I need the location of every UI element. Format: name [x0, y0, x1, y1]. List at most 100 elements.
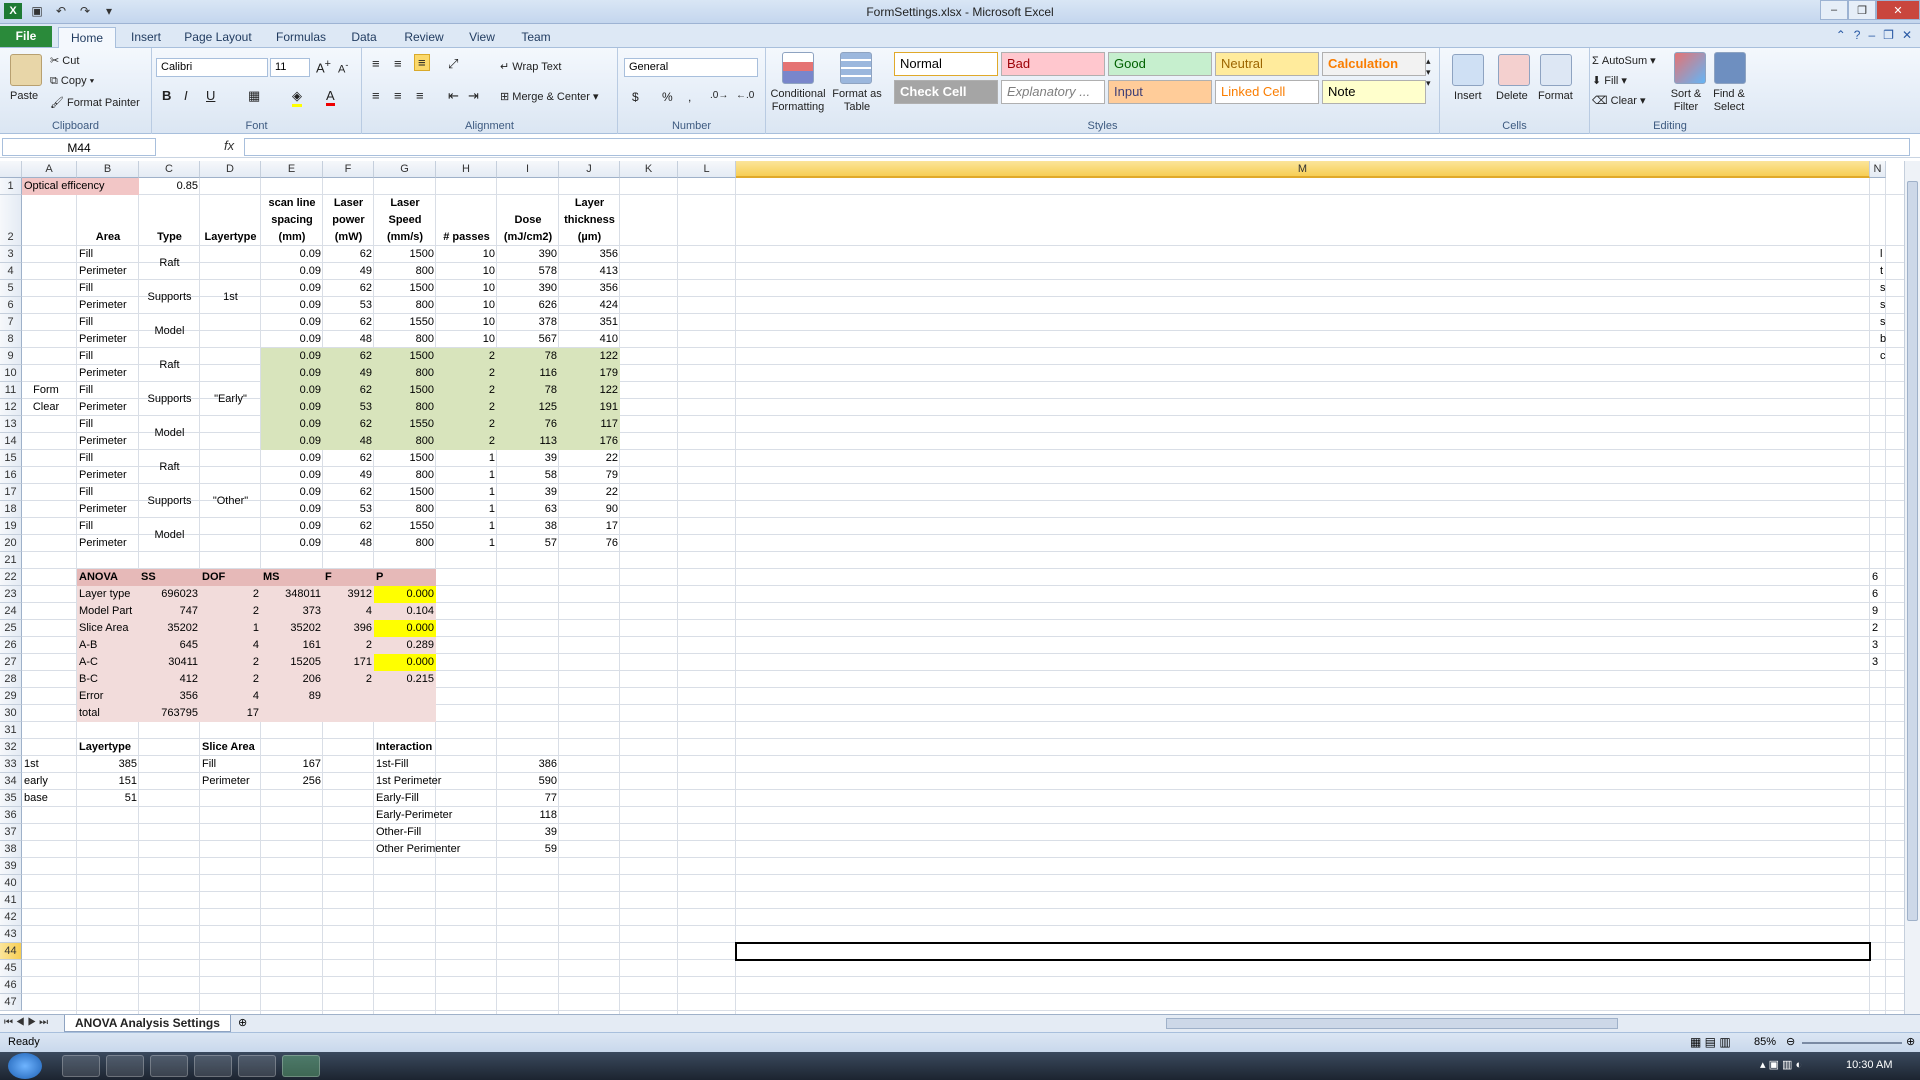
row-header-47[interactable]: 47: [0, 994, 22, 1011]
sheet-nav-icon[interactable]: ⏮ ◀ ▶ ⏭: [4, 1017, 48, 1028]
column-header-F[interactable]: F: [323, 161, 374, 178]
column-header-M[interactable]: M: [736, 161, 1870, 178]
vertical-scrollbar[interactable]: [1904, 161, 1920, 1014]
row-header-39[interactable]: 39: [0, 858, 22, 875]
percent-button[interactable]: %: [662, 90, 673, 104]
cell-style-8[interactable]: Linked Cell: [1215, 80, 1319, 104]
tray-icons[interactable]: ▴ ▣ ▥ ◐: [1760, 1058, 1802, 1071]
column-header-E[interactable]: E: [261, 161, 323, 178]
fill-color-icon[interactable]: ◈: [292, 88, 302, 107]
row-header-20[interactable]: 20: [0, 535, 22, 552]
tab-team[interactable]: Team: [514, 27, 558, 48]
row-header-24[interactable]: 24: [0, 603, 22, 620]
row-header-43[interactable]: 43: [0, 926, 22, 943]
sort-filter-icon[interactable]: [1674, 52, 1706, 84]
binoculars-icon[interactable]: [1714, 52, 1746, 84]
column-header-G[interactable]: G: [374, 161, 436, 178]
worksheet-grid[interactable]: A B C D E F G H I J K L M N 1 2 3 4 5 6 7 8 9 10 11 12 13 14 15 16 17 1…: [0, 161, 1904, 1014]
row-header-37[interactable]: 37: [0, 824, 22, 841]
row-header-36[interactable]: 36: [0, 807, 22, 824]
row-header-34[interactable]: 34: [0, 773, 22, 790]
row-header-9[interactable]: 9: [0, 348, 22, 365]
align-bottom-icon[interactable]: ≡: [414, 54, 430, 71]
close-icon[interactable]: ✕: [1876, 0, 1920, 20]
font-name-combo[interactable]: Calibri: [156, 58, 268, 77]
wb-close-icon[interactable]: ✕: [1902, 28, 1912, 42]
insert-cells-icon[interactable]: [1452, 54, 1484, 86]
cell-style-4[interactable]: Calculation: [1322, 52, 1426, 76]
column-header-H[interactable]: H: [436, 161, 497, 178]
currency-button[interactable]: $: [632, 90, 639, 104]
conditional-formatting-button[interactable]: Conditional Formatting: [768, 88, 828, 114]
sheet-tab-anova[interactable]: ANOVA Analysis Settings: [64, 1015, 231, 1032]
tab-formulas[interactable]: Formulas: [270, 27, 332, 48]
zoom-level[interactable]: 85%: [1754, 1036, 1776, 1048]
row-header-42[interactable]: 42: [0, 909, 22, 926]
row-header-26[interactable]: 26: [0, 637, 22, 654]
row-header-18[interactable]: 18: [0, 501, 22, 518]
row-header-29[interactable]: 29: [0, 688, 22, 705]
row-header-1[interactable]: 1: [0, 178, 22, 195]
cell-style-7[interactable]: Input: [1108, 80, 1212, 104]
column-header-C[interactable]: C: [139, 161, 200, 178]
gallery-scroll-icon[interactable]: ▴ ▾ ▾: [1426, 56, 1431, 89]
cell-style-2[interactable]: Good: [1108, 52, 1212, 76]
align-center-icon[interactable]: ≡: [394, 88, 402, 103]
underline-button[interactable]: U: [206, 88, 215, 103]
row-header-28[interactable]: 28: [0, 671, 22, 688]
align-right-icon[interactable]: ≡: [416, 88, 424, 103]
excel-taskbar-icon[interactable]: [282, 1055, 320, 1077]
comma-button[interactable]: ,: [688, 90, 691, 104]
cell-style-3[interactable]: Neutral: [1215, 52, 1319, 76]
zoom-in-icon[interactable]: ⊕: [1906, 1035, 1915, 1048]
paste-button[interactable]: Paste: [10, 90, 38, 102]
app-taskbar-icon[interactable]: [194, 1055, 232, 1077]
decrease-indent-icon[interactable]: ⇤: [448, 88, 459, 104]
row-header-6[interactable]: 6: [0, 297, 22, 314]
format-as-table-button[interactable]: Format as Table: [832, 88, 882, 114]
grow-font-icon[interactable]: A+: [316, 58, 331, 75]
tab-review[interactable]: Review: [396, 27, 452, 48]
row-header-15[interactable]: 15: [0, 450, 22, 467]
restore-icon[interactable]: ❐: [1848, 0, 1876, 20]
italic-button[interactable]: I: [184, 88, 188, 103]
row-header-17[interactable]: 17: [0, 484, 22, 501]
row-header-27[interactable]: 27: [0, 654, 22, 671]
row-header-23[interactable]: 23: [0, 586, 22, 603]
row-header-45[interactable]: 45: [0, 960, 22, 977]
shrink-font-icon[interactable]: A-: [338, 60, 348, 76]
wb-minimize-icon[interactable]: –: [1868, 28, 1875, 42]
zoom-out-icon[interactable]: ⊖: [1786, 1035, 1795, 1048]
window-taskbar-icon[interactable]: [238, 1055, 276, 1077]
tab-file[interactable]: File: [0, 26, 52, 47]
row-header-10[interactable]: 10: [0, 365, 22, 382]
row-header-30[interactable]: 30: [0, 705, 22, 722]
row-header-19[interactable]: 19: [0, 518, 22, 535]
start-button-icon[interactable]: [8, 1053, 42, 1079]
sort-filter-button[interactable]: Sort & Filter: [1666, 88, 1706, 114]
help-icon[interactable]: ?: [1854, 28, 1861, 42]
align-top-icon[interactable]: ≡: [372, 56, 380, 71]
view-buttons-icon[interactable]: ▦ ▤ ▥: [1690, 1035, 1731, 1049]
row-header-14[interactable]: 14: [0, 433, 22, 450]
format-as-table-icon[interactable]: [840, 52, 872, 84]
column-header-D[interactable]: D: [200, 161, 261, 178]
cell-style-5[interactable]: Check Cell: [894, 80, 998, 104]
function-icon[interactable]: fx: [224, 138, 234, 153]
collapse-ribbon-icon[interactable]: ⌃: [1836, 28, 1846, 42]
row-header-41[interactable]: 41: [0, 892, 22, 909]
row-header-32[interactable]: 32: [0, 739, 22, 756]
row-header-13[interactable]: 13: [0, 416, 22, 433]
row-header-44[interactable]: 44: [0, 943, 22, 960]
align-middle-icon[interactable]: ≡: [394, 56, 402, 71]
format-cells-icon[interactable]: [1540, 54, 1572, 86]
cell-style-1[interactable]: Bad: [1001, 52, 1105, 76]
row-header-21[interactable]: 21: [0, 552, 22, 569]
row-header-7[interactable]: 7: [0, 314, 22, 331]
tab-data[interactable]: Data: [344, 27, 384, 48]
row-header-16[interactable]: 16: [0, 467, 22, 484]
new-sheet-icon[interactable]: ⊕: [238, 1016, 247, 1029]
row-header-40[interactable]: 40: [0, 875, 22, 892]
conditional-formatting-icon[interactable]: [782, 52, 814, 84]
insert-cells-button[interactable]: Insert: [1454, 90, 1482, 102]
